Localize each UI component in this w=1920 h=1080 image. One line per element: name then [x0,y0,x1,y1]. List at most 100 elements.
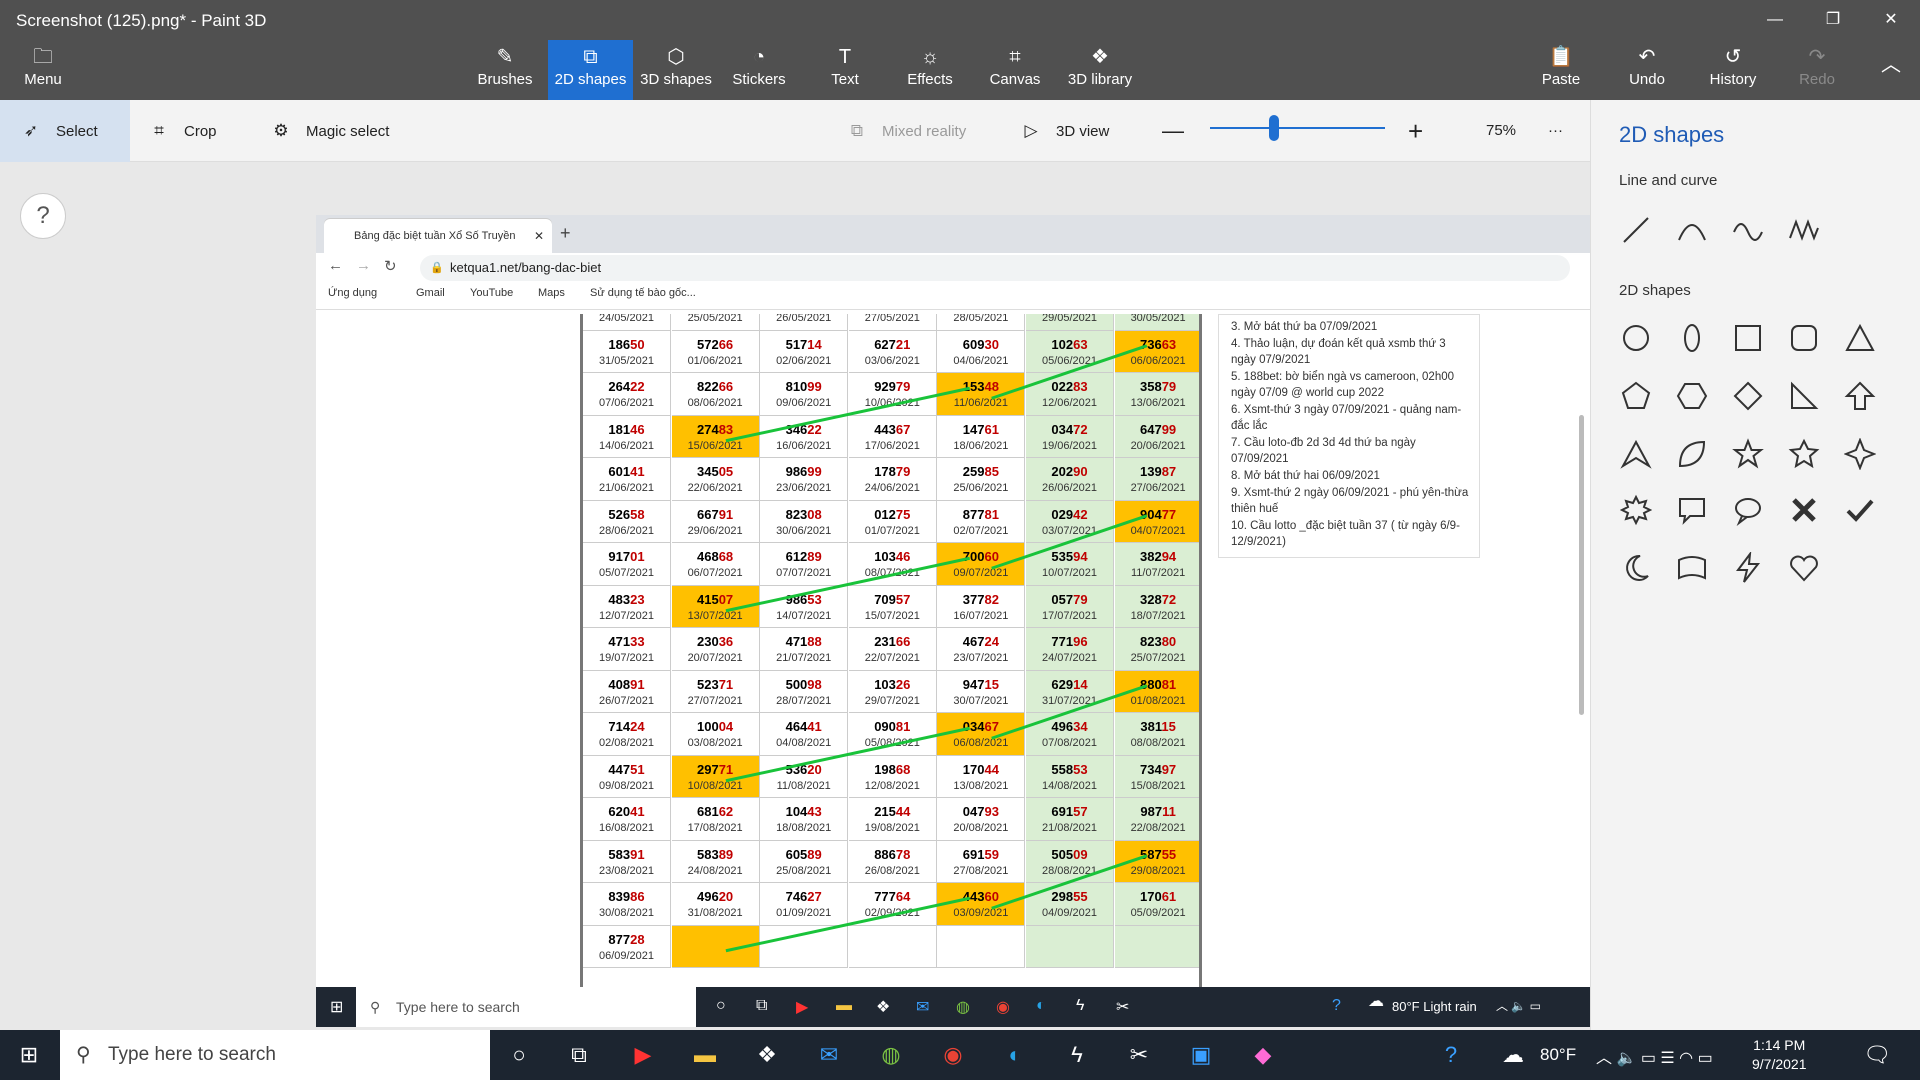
news-item[interactable]: 5. 188bet: bờ biển ngà vs cameroon, 02h0… [1231,369,1473,401]
forward-icon[interactable]: → [356,257,371,274]
curve-icon[interactable] [1672,210,1712,250]
youtube-icon[interactable]: ▶ [796,997,808,1017]
chrome-icon[interactable]: ◉ [996,997,1010,1017]
tray-icons[interactable]: ︿ 🔈 ▭ ☰ ◠ ▭ [1596,1044,1713,1068]
mail-icon[interactable]: ✉ [812,1040,846,1070]
news-item[interactable]: 9. Xsmt-thứ 2 ngày 06/09/2021 - phú yên-… [1231,485,1473,517]
chrome-icon[interactable]: ◉ [936,1040,970,1070]
task-view-icon[interactable]: ⧉ [756,997,767,1015]
minimize-button[interactable]: — [1752,6,1798,34]
back-icon[interactable]: ← [328,257,343,274]
dropbox-icon[interactable]: ❖ [750,1040,784,1070]
star5-icon[interactable] [1728,434,1768,474]
heart-icon[interactable] [1784,548,1824,588]
page-scrollbar[interactable] [1579,415,1584,715]
maximize-button[interactable]: ❐ [1810,6,1856,34]
taskbar-search-box[interactable]: ⚲ Type here to search [60,1030,490,1080]
mail-icon[interactable]: ✉ [916,997,929,1017]
text-button[interactable]: T Text [810,40,880,100]
pentagon-icon[interactable] [1616,376,1656,416]
news-item[interactable]: 10. Cầu lotto _đặc biệt tuần 37 ( từ ngà… [1231,518,1473,550]
stickers-button[interactable]: ◔ Stickers [723,40,795,100]
banner-icon[interactable] [1672,548,1712,588]
zoom-slider-track[interactable] [1210,127,1385,129]
thought-bubble-icon[interactable] [1728,490,1768,530]
news-item[interactable]: 8. Mở bát thứ hai 06/09/2021 [1231,468,1473,484]
hexagon-icon[interactable] [1672,376,1712,416]
snip-icon[interactable]: ✂ [1116,997,1129,1017]
rounded-square-icon[interactable] [1784,318,1824,358]
shapes-2d-button[interactable]: ⧉ 2D shapes [548,40,633,100]
news-item[interactable]: 4. Thảo luận, dự đoán kết quả xsmb thứ 3… [1231,336,1473,368]
paint-3d-icon[interactable]: ◆ [1246,1040,1280,1070]
undo-button[interactable]: ↶ Undo [1612,40,1682,100]
file-explorer-icon[interactable]: ▬ [836,997,852,1015]
bookmark-gmail[interactable]: Gmail [416,287,445,299]
effects-button[interactable]: ☼ Effects [895,40,965,100]
notifications-icon[interactable]: 🗨 [1860,1040,1894,1070]
address-bar[interactable]: 🔒 ketqua1.net/bang-dac-biet [420,255,1570,281]
dropbox-icon[interactable]: ❖ [876,997,890,1017]
new-tab-button[interactable]: + [560,223,571,244]
weather-text[interactable]: 80°F Light rain [1392,999,1477,1014]
star6-icon[interactable] [1784,434,1824,474]
lightning-icon[interactable]: ϟ [1076,997,1084,1015]
collapse-ribbon-button[interactable]: ︿ [1868,40,1914,100]
temperature[interactable]: 80°F [1540,1045,1576,1065]
arrow-up-icon[interactable] [1840,376,1880,416]
zigzag-icon[interactable] [1784,210,1824,250]
view-3d-button[interactable]: ▷ 3D view [1020,100,1140,162]
star4-icon[interactable] [1840,434,1880,474]
task-view-icon[interactable]: ⧉ [562,1040,596,1070]
triangle-icon[interactable] [1840,318,1880,358]
snip-icon[interactable]: ✂ [1122,1040,1156,1070]
history-button[interactable]: ↺ History [1696,40,1770,100]
bookmark-maps[interactable]: Maps [538,287,565,299]
checkmark-icon[interactable] [1840,490,1880,530]
windows-start-icon[interactable]: ⊞ [12,1040,46,1070]
menu-button[interactable]: 🗀 Menu [0,40,86,100]
library-3d-button[interactable]: ❖ 3D library [1060,40,1140,100]
app-icon[interactable]: ◍ [956,997,970,1017]
cortana-icon[interactable]: ○ [716,997,726,1015]
crop-tool[interactable]: ⌗ Crop [148,100,248,162]
windows-icon[interactable]: ⊞ [330,997,343,1017]
more-options-button[interactable]: ··· [1548,100,1578,162]
select-tool[interactable]: ➶ Select [0,100,130,162]
diamond-icon[interactable] [1728,376,1768,416]
news-item[interactable]: 7. Cầu loto-đb 2d 3d 4d thứ ba ngày 07/0… [1231,435,1473,467]
reload-icon[interactable]: ↻ [384,257,397,275]
edge-icon[interactable]: ◐ [998,1040,1032,1070]
news-item[interactable]: 3. Mở bát thứ ba 07/09/2021 [1231,319,1473,335]
moon-icon[interactable] [1616,548,1656,588]
news-item[interactable]: 6. Xsmt-thứ 3 ngày 07/09/2021 - quảng na… [1231,402,1473,434]
square-icon[interactable] [1728,318,1768,358]
paste-button[interactable]: 📋 Paste [1526,40,1596,100]
help-button[interactable]: ? [20,193,66,239]
burst-icon[interactable] [1616,490,1656,530]
shapes-3d-button[interactable]: ⬡ 3D shapes [635,40,717,100]
bookmark-youtube[interactable]: YouTube [470,287,513,299]
tray-icons[interactable]: ︿ 🔈 ▭ [1496,997,1541,1014]
lightning-icon[interactable] [1728,548,1768,588]
redo-button[interactable]: ↷ Redo [1782,40,1852,100]
circle-icon[interactable] [1616,318,1656,358]
bookmark-apps[interactable]: Ứng dụng [328,287,377,299]
edge-icon[interactable]: ◐ [1036,997,1046,1015]
right-triangle-icon[interactable] [1784,376,1824,416]
leaf-icon[interactable] [1672,434,1712,474]
help-icon[interactable]: ? [1434,1040,1468,1070]
cross-icon[interactable] [1784,490,1824,530]
line-icon[interactable] [1616,210,1656,250]
bookmark-stem-cells[interactable]: Sử dụng tế bào gốc... [590,287,696,299]
app-icon[interactable]: ◍ [874,1040,908,1070]
mixed-reality-button[interactable]: ⧉ Mixed reality [846,100,996,162]
photos-icon[interactable]: ▣ [1184,1040,1218,1070]
lightning-icon[interactable]: ϟ [1060,1040,1094,1070]
brushes-button[interactable]: ✎ Brushes [470,40,540,100]
zoom-in-button[interactable]: + [1408,100,1438,162]
chevron-triangle-icon[interactable] [1616,434,1656,474]
zoom-slider-thumb[interactable] [1269,115,1279,141]
tab-close-icon[interactable]: ✕ [534,219,544,253]
cortana-icon[interactable]: ○ [502,1040,536,1070]
